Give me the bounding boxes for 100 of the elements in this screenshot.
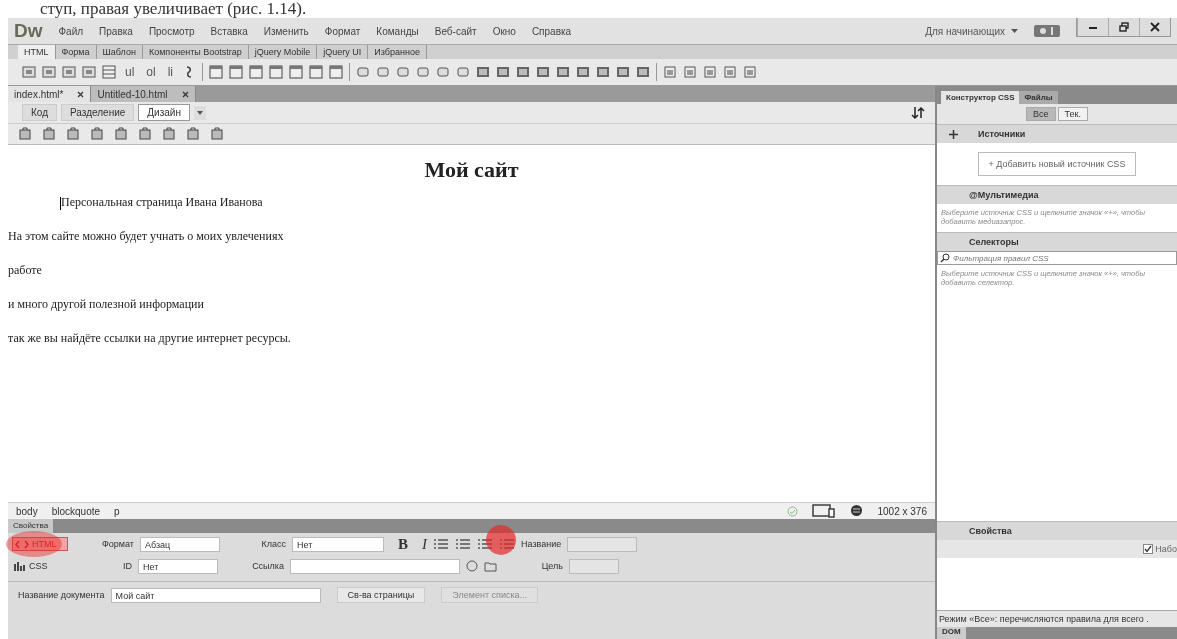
layout-icon[interactable] (329, 65, 344, 79)
form-icon[interactable] (456, 65, 471, 79)
add-icon[interactable] (949, 129, 958, 139)
folder-icon[interactable] (484, 560, 497, 572)
list-format-icon[interactable] (455, 538, 471, 550)
layout-icon[interactable] (249, 65, 264, 79)
tag-selector-item[interactable]: p (114, 505, 120, 517)
edit-tool-icon[interactable] (162, 127, 176, 141)
close-icon[interactable] (77, 90, 85, 98)
close-button[interactable] (1139, 18, 1170, 36)
edit-tool-icon[interactable] (42, 127, 56, 141)
class-dropdown[interactable]: Нет (292, 536, 384, 552)
page-properties-button[interactable]: Св-ва страницы (336, 587, 426, 603)
media-icon[interactable] (556, 65, 571, 79)
list-format-icon[interactable] (433, 538, 449, 550)
menu-item[interactable]: Справка (531, 25, 572, 37)
insert-tag-button[interactable]: ul (122, 65, 138, 79)
show-set-checkbox[interactable]: Набо (1143, 544, 1177, 554)
form-icon[interactable] (376, 65, 391, 79)
table-icon[interactable] (102, 65, 116, 79)
edit-tool-icon[interactable] (114, 127, 128, 141)
filter-toggle-button[interactable]: Все (1026, 107, 1056, 121)
title-field[interactable] (567, 536, 638, 552)
edit-tool-icon[interactable] (138, 127, 152, 141)
id-dropdown[interactable]: Нет (138, 558, 218, 574)
dropdown-icon[interactable] (193, 105, 206, 120)
view-button[interactable]: Дизайн (138, 104, 190, 121)
widget-icon[interactable] (663, 65, 678, 79)
edit-tool-icon[interactable] (186, 127, 200, 141)
insert-tab[interactable]: HTML (18, 45, 56, 59)
italic-button[interactable]: I (422, 535, 427, 553)
field-label: ID (122, 561, 132, 571)
minimize-button[interactable] (1077, 18, 1108, 36)
filter-toggle-button[interactable]: Тек. (1057, 107, 1088, 121)
workspace-switcher[interactable]: Для начинающих (925, 25, 1005, 37)
menu-item[interactable]: Правка (99, 25, 133, 37)
edit-tool-icon[interactable] (210, 127, 224, 141)
view-button[interactable]: Разделение (61, 104, 135, 121)
media-icon[interactable] (616, 65, 631, 79)
media-icon[interactable] (516, 65, 531, 79)
edit-tool-icon[interactable] (90, 127, 104, 141)
layout-icon[interactable] (229, 65, 244, 79)
sort-icon[interactable] (911, 105, 925, 120)
widget-icon[interactable] (723, 65, 738, 79)
globe-icon[interactable] (849, 504, 864, 518)
paragraph-text: так же вы найдёте ссылки на другие интернет ресурсы. (8, 331, 292, 346)
add-source-button[interactable]: + Добавить новый источник CSS (977, 152, 1137, 176)
media-icon[interactable] (636, 65, 651, 79)
format-dropdown[interactable]: Абзац (140, 536, 220, 552)
edit-tool-icon[interactable] (66, 127, 80, 141)
menu-item[interactable]: Окно (492, 25, 516, 37)
close-icon[interactable] (181, 90, 189, 98)
tag-selector-item[interactable]: blockquote (51, 505, 101, 517)
panel-tab[interactable]: Файлы (1019, 91, 1058, 104)
edit-tool-icon[interactable] (18, 127, 32, 141)
device-preview-icon[interactable] (811, 504, 836, 518)
restore-button[interactable] (1108, 18, 1139, 36)
layout-icon[interactable] (209, 65, 224, 79)
bold-button[interactable]: B (398, 535, 408, 553)
insert-element-icon[interactable] (82, 65, 96, 79)
insert-element-icon[interactable] (22, 65, 36, 79)
form-icon[interactable] (396, 65, 411, 79)
form-icon[interactable] (356, 65, 371, 79)
widget-icon[interactable] (743, 65, 758, 79)
media-icon[interactable] (476, 65, 491, 79)
insert-element-icon[interactable] (42, 65, 56, 79)
document-title-field[interactable]: Мой сайт (110, 587, 321, 603)
media-icon[interactable] (536, 65, 551, 79)
layout-icon[interactable] (289, 65, 304, 79)
insert-element-icon[interactable] (62, 65, 76, 79)
media-icon[interactable] (576, 65, 591, 79)
css-mode-button[interactable]: CSS (12, 560, 66, 572)
window-size-dropdown[interactable]: 1002 x 376 (877, 505, 927, 517)
menu-item[interactable]: Команды (376, 25, 419, 37)
document-tab[interactable]: index.html* (8, 86, 92, 102)
panel-tab[interactable]: Конструктор CSS (941, 91, 1020, 104)
layout-icon[interactable] (269, 65, 284, 79)
document-tab[interactable]: Untitled-10.html (91, 86, 196, 102)
tag-selector-item[interactable]: body (16, 505, 38, 517)
widget-icon[interactable] (683, 65, 698, 79)
insert-tag-button[interactable]: ol (143, 65, 159, 79)
menu-item[interactable]: Изменить (263, 25, 309, 37)
view-button[interactable]: Код (22, 104, 57, 121)
link-field[interactable] (290, 558, 460, 574)
form-icon[interactable] (416, 65, 431, 79)
highlight-marker (486, 525, 516, 555)
widget-icon[interactable] (703, 65, 718, 79)
panel-tab[interactable]: Свойства (8, 519, 54, 533)
search-field[interactable]: Фильтрация правил CSS (937, 251, 1177, 265)
menu-item[interactable]: Веб-сайт (434, 25, 477, 37)
panel-tab[interactable]: DOM (937, 627, 966, 639)
layout-icon[interactable] (309, 65, 324, 79)
form-icon[interactable] (436, 65, 451, 79)
menu-item[interactable]: Вставка (210, 25, 248, 37)
media-icon[interactable] (596, 65, 611, 79)
menu-item[interactable]: Файл (58, 25, 84, 37)
menu-item[interactable]: Формат (324, 25, 361, 37)
menu-item[interactable]: Просмотр (148, 25, 195, 37)
media-icon[interactable] (496, 65, 511, 79)
insert-tag-button[interactable]: li (164, 65, 177, 79)
